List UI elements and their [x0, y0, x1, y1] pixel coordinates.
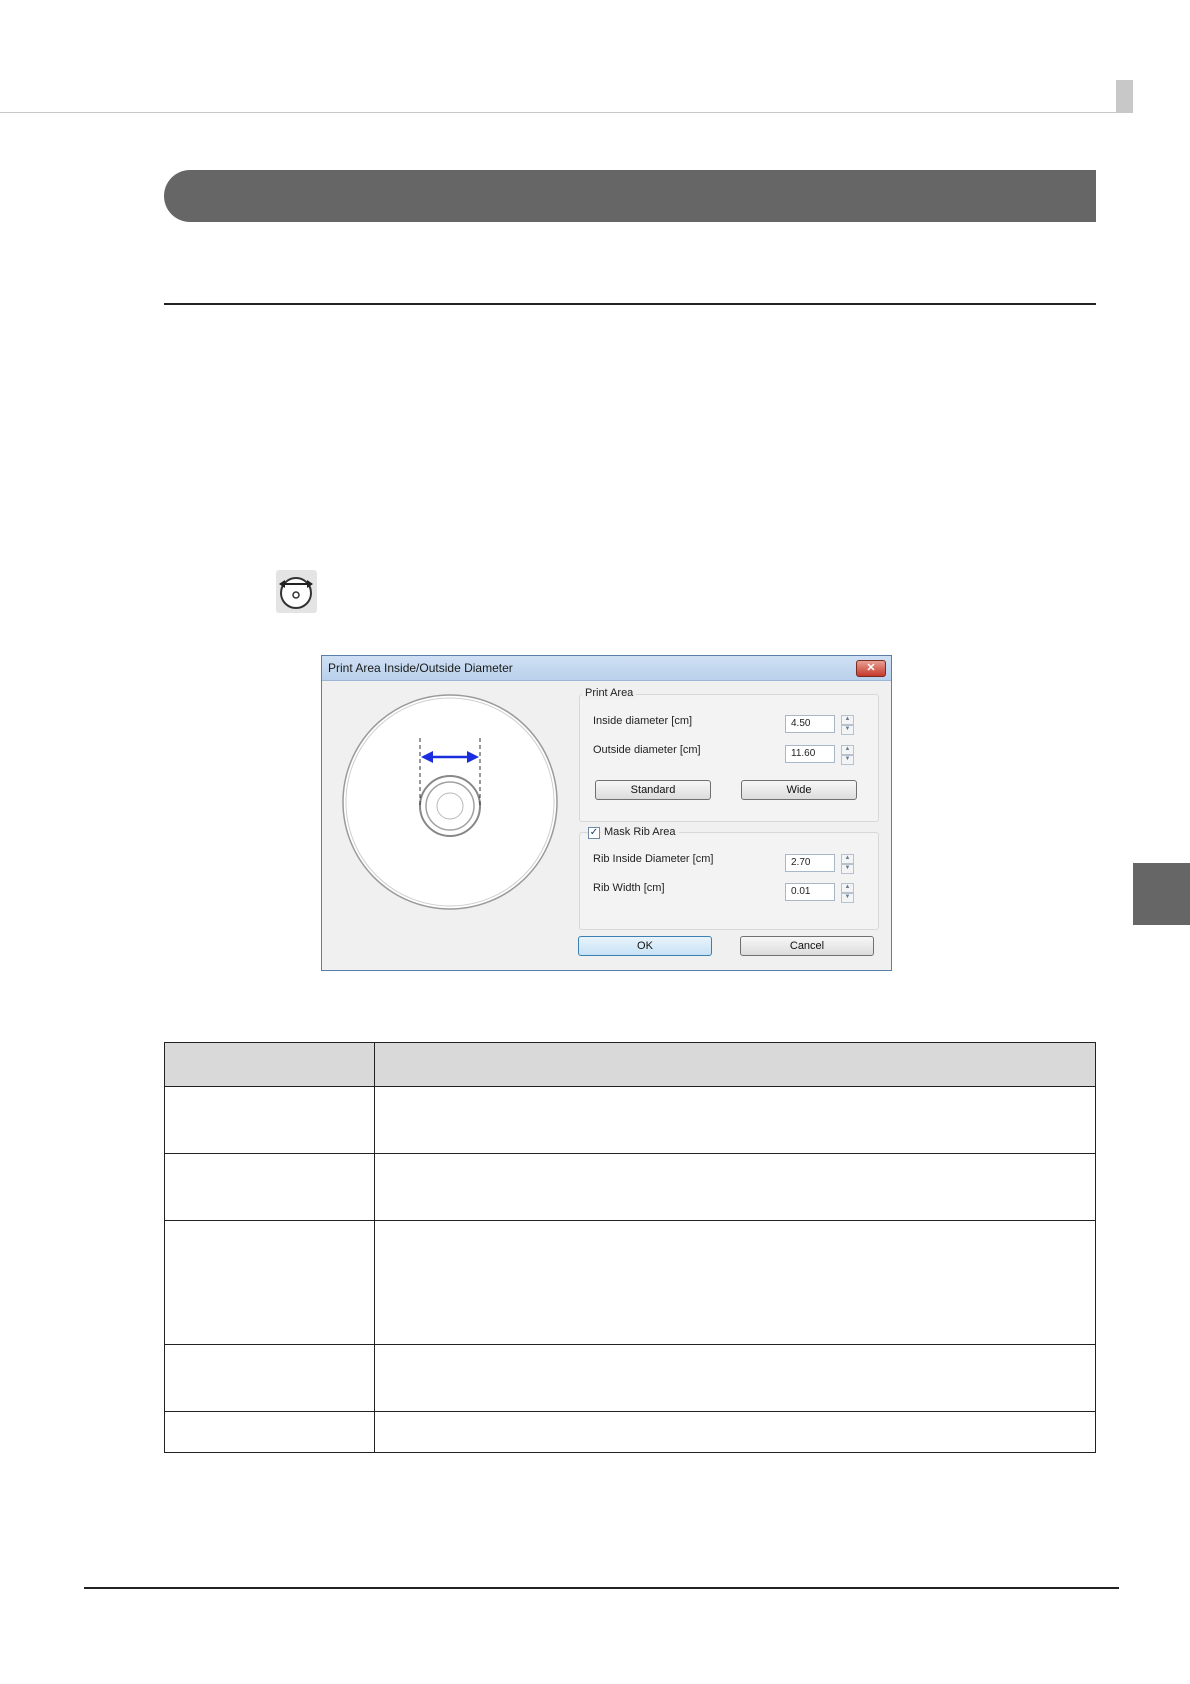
mask-rib-label[interactable]: Mask Rib Area: [601, 826, 679, 838]
table-cell: [164, 1153, 375, 1221]
close-button[interactable]: ✕: [856, 660, 886, 677]
outside-diameter-spinner[interactable]: ▲ ▼: [841, 745, 854, 765]
table-cell: [164, 1220, 375, 1345]
spin-up-icon[interactable]: ▲: [841, 715, 854, 725]
table-header-cell: [164, 1042, 375, 1087]
footer-rule: [84, 1587, 1119, 1589]
table-row: [164, 1220, 1096, 1345]
corner-tab: [1116, 80, 1133, 113]
inside-diameter-input[interactable]: 4.50: [785, 715, 835, 733]
table-row: [164, 1344, 1096, 1412]
table-header-row: [164, 1042, 1096, 1087]
chapter-side-tab: [1133, 863, 1190, 925]
dialog-title: Print Area Inside/Outside Diameter: [328, 661, 513, 675]
rib-inside-diameter-spinner[interactable]: ▲ ▼: [841, 854, 854, 874]
table-row: [164, 1411, 1096, 1453]
spin-up-icon[interactable]: ▲: [841, 745, 854, 755]
cancel-button[interactable]: Cancel: [740, 936, 874, 956]
table-cell: [374, 1220, 1096, 1345]
header-rule: [0, 112, 1132, 113]
table-cell: [164, 1411, 375, 1453]
outside-diameter-label: Outside diameter [cm]: [593, 744, 701, 756]
ok-button[interactable]: OK: [578, 936, 712, 956]
outside-diameter-input[interactable]: 11.60: [785, 745, 835, 763]
settings-table: [164, 1042, 1096, 1453]
spin-down-icon[interactable]: ▼: [841, 893, 854, 903]
table-cell: [374, 1153, 1096, 1221]
spin-down-icon[interactable]: ▼: [841, 725, 854, 735]
table-row: [164, 1153, 1096, 1221]
table-header-cell: [374, 1042, 1096, 1087]
spin-down-icon[interactable]: ▼: [841, 755, 854, 765]
spin-down-icon[interactable]: ▼: [841, 864, 854, 874]
table-cell: [374, 1344, 1096, 1412]
inside-diameter-label: Inside diameter [cm]: [593, 715, 693, 727]
rib-width-label: Rib Width [cm]: [593, 882, 665, 894]
section-banner: [164, 170, 1096, 222]
mask-rib-checkbox[interactable]: ✓: [588, 827, 600, 839]
subsection-rule: [164, 303, 1096, 305]
rib-width-input[interactable]: 0.01: [785, 883, 835, 901]
spin-up-icon[interactable]: ▲: [841, 854, 854, 864]
print-area-dialog: Print Area Inside/Outside Diameter ✕ Pri…: [321, 655, 892, 971]
rib-inside-diameter-input[interactable]: 2.70: [785, 854, 835, 872]
wide-button[interactable]: Wide: [741, 780, 857, 800]
mask-rib-group: [579, 832, 879, 930]
rib-inside-diameter-label: Rib Inside Diameter [cm]: [593, 853, 714, 865]
inside-diameter-spinner[interactable]: ▲ ▼: [841, 715, 854, 735]
table-cell: [164, 1086, 375, 1154]
dialog-titlebar[interactable]: Print Area Inside/Outside Diameter ✕: [322, 656, 891, 681]
table-cell: [164, 1344, 375, 1412]
table-cell: [374, 1086, 1096, 1154]
table-row: [164, 1086, 1096, 1154]
cd-diameter-icon: [276, 570, 317, 613]
print-area-title: Print Area: [582, 687, 637, 699]
rib-width-spinner[interactable]: ▲ ▼: [841, 883, 854, 903]
disc-diagram: [342, 694, 558, 910]
spin-up-icon[interactable]: ▲: [841, 883, 854, 893]
standard-button[interactable]: Standard: [595, 780, 711, 800]
table-cell: [374, 1411, 1096, 1453]
